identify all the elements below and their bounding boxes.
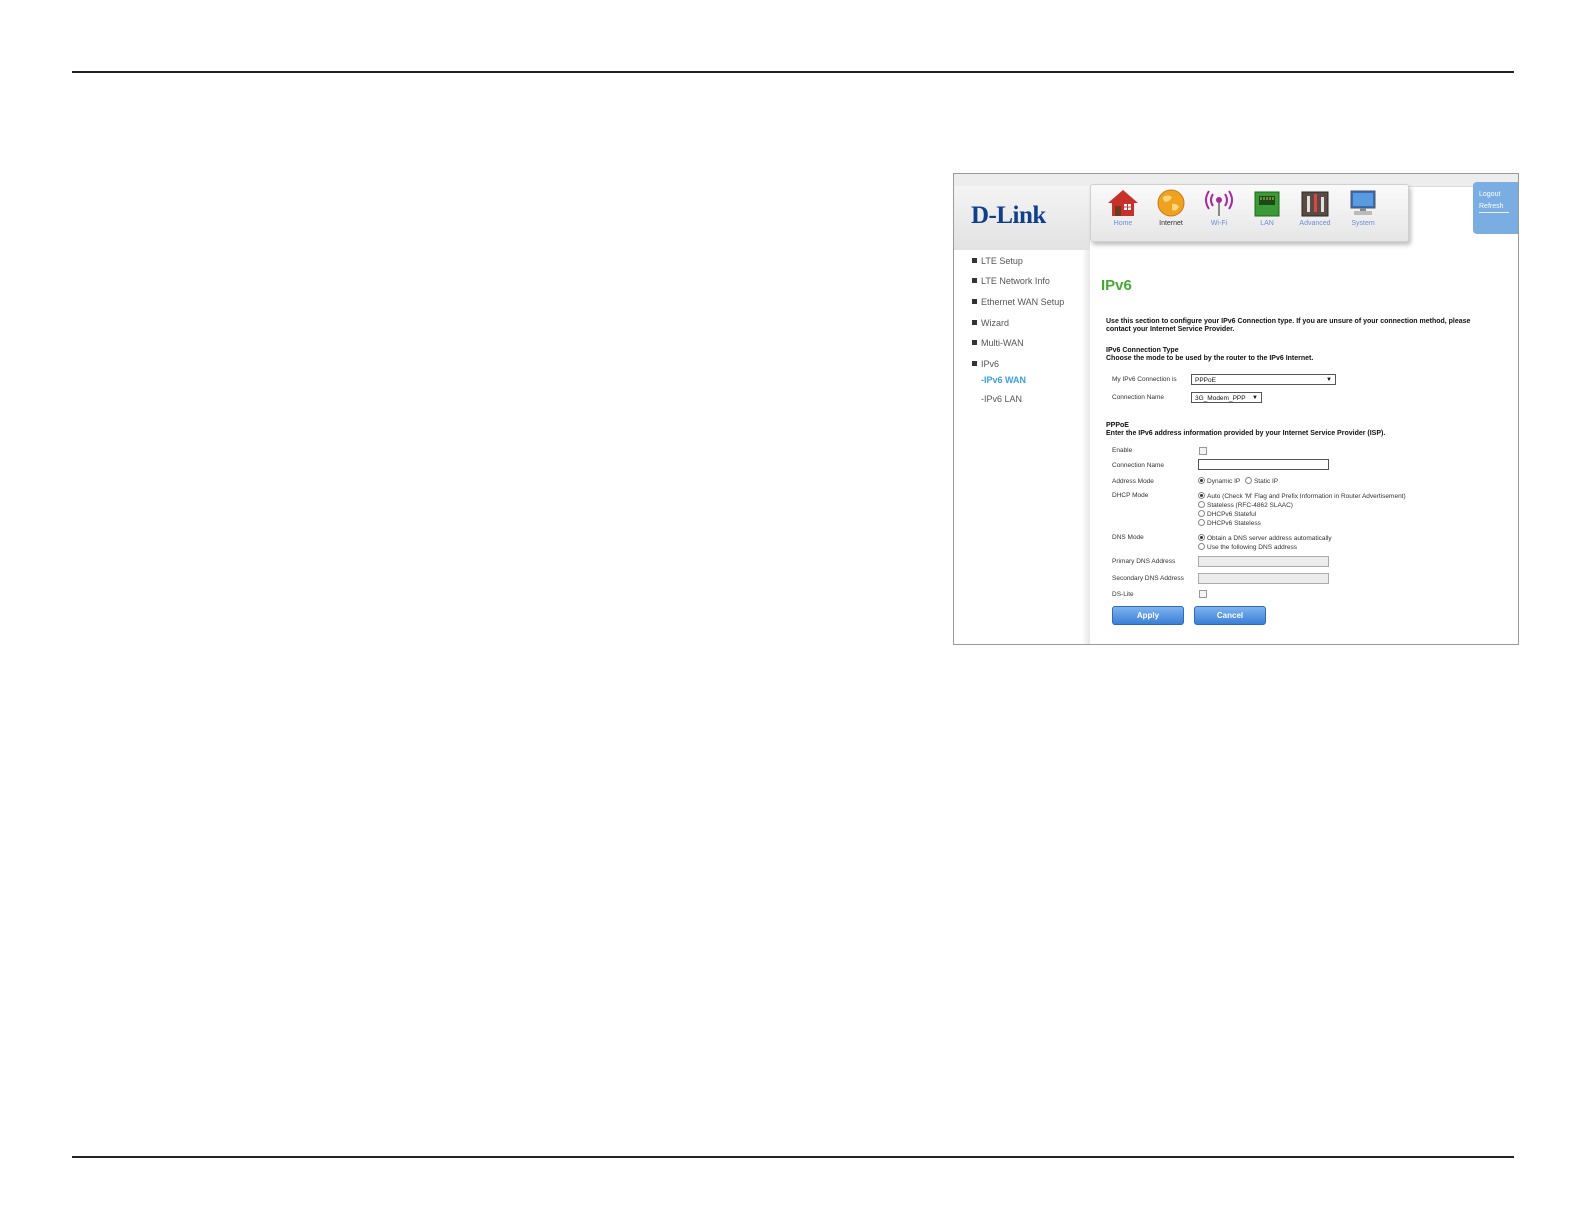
bullet-icon xyxy=(972,340,977,345)
pppoe-connection-name-label: Connection Name xyxy=(1112,462,1165,469)
nav-home[interactable]: Home xyxy=(1099,188,1147,227)
enable-label: Enable xyxy=(1112,447,1133,454)
secondary-dns-input[interactable] xyxy=(1198,573,1329,584)
bullet-icon xyxy=(972,258,977,263)
dns-auto-radio[interactable] xyxy=(1198,534,1205,541)
bullet-icon xyxy=(972,299,977,304)
account-box: Logout Refresh xyxy=(1473,182,1518,234)
static-ip-radio[interactable] xyxy=(1244,477,1252,484)
dlink-logo: D-Link xyxy=(971,202,1046,229)
main-navbar: Home Internet Wi-Fi LAN Advanced System xyxy=(1090,184,1409,242)
nav-advanced[interactable]: Advanced xyxy=(1291,188,1339,227)
pppoe-description: Enter the IPv6 address information provi… xyxy=(1106,430,1386,437)
sidebar-item-multi-wan[interactable]: Multi-WAN xyxy=(972,338,1024,348)
lan-port-icon xyxy=(1250,188,1284,218)
computer-icon xyxy=(1346,188,1380,218)
nav-internet[interactable]: Internet xyxy=(1147,188,1195,227)
sidebar-item-ethernet-wan-setup[interactable]: Ethernet WAN Setup xyxy=(972,297,1064,307)
dhcpv6-stateful-option[interactable]: DHCPv6 Stateful xyxy=(1198,510,1256,518)
secondary-dns-label: Secondary DNS Address xyxy=(1112,575,1184,582)
dhcp-stateless-radio[interactable] xyxy=(1198,501,1205,508)
dropdown-arrow-icon: ▼ xyxy=(1326,377,1332,383)
connection-type-heading: IPv6 Connection Type xyxy=(1106,347,1179,354)
dhcp-stateless-option[interactable]: Stateless (RFC-4862 SLAAC) xyxy=(1198,501,1293,509)
sidebar-item-lte-network-info[interactable]: LTE Network Info xyxy=(972,276,1050,286)
dhcpv6-stateful-radio[interactable] xyxy=(1198,510,1205,517)
home-icon xyxy=(1106,188,1140,218)
address-mode-options: Dynamic IP Static IP xyxy=(1198,477,1278,485)
apply-button[interactable]: Apply xyxy=(1112,606,1184,625)
sidebar: LTE Setup LTE Network Info Ethernet WAN … xyxy=(954,250,1090,644)
page-bottom-rule xyxy=(72,1156,1514,1158)
sidebar-sub-ipv6-lan[interactable]: -IPv6 LAN xyxy=(981,394,1022,404)
connection-name-label: Connection Name xyxy=(1112,394,1165,401)
address-mode-label: Address Mode xyxy=(1112,478,1154,485)
bullet-icon xyxy=(972,278,977,283)
globe-icon xyxy=(1154,188,1188,218)
wifi-antenna-icon xyxy=(1202,188,1236,218)
logo-area: D-Link xyxy=(954,186,1090,250)
dns-manual-radio[interactable] xyxy=(1198,543,1205,550)
dynamic-ip-radio[interactable] xyxy=(1198,477,1205,484)
dhcp-auto-radio[interactable] xyxy=(1198,492,1205,499)
dhcp-auto-option[interactable]: Auto (Check 'M' Flag and Prefix Informat… xyxy=(1198,492,1406,500)
cancel-button[interactable]: Cancel xyxy=(1194,606,1266,625)
main-content: IPv6 Use this section to configure your … xyxy=(1090,250,1518,644)
sidebar-item-ipv6[interactable]: IPv6 xyxy=(972,359,999,369)
sidebar-shade xyxy=(1082,250,1090,644)
tools-icon xyxy=(1298,188,1332,218)
nav-wifi[interactable]: Wi-Fi xyxy=(1195,188,1243,227)
nav-system[interactable]: System xyxy=(1339,188,1387,227)
bullet-icon xyxy=(972,320,977,325)
intro-line-1: Use this section to configure your IPv6 … xyxy=(1106,318,1471,325)
router-ui-screenshot: D-Link Home Internet Wi-Fi LAN Advanced … xyxy=(953,173,1519,645)
refresh-link[interactable]: Refresh xyxy=(1479,203,1509,213)
page-top-rule xyxy=(72,71,1514,73)
connection-type-description: Choose the mode to be used by the router… xyxy=(1106,355,1314,362)
dhcpv6-stateless-radio[interactable] xyxy=(1198,519,1205,526)
primary-dns-label: Primary DNS Address xyxy=(1112,558,1176,565)
pppoe-heading: PPPoE xyxy=(1106,422,1129,429)
sidebar-item-wizard[interactable]: Wizard xyxy=(972,318,1009,328)
bullet-icon xyxy=(972,361,977,366)
ds-lite-checkbox[interactable] xyxy=(1199,590,1207,598)
my-connection-label: My IPv6 Connection is xyxy=(1112,376,1177,383)
primary-dns-input[interactable] xyxy=(1198,556,1329,567)
dns-mode-label: DNS Mode xyxy=(1112,534,1144,541)
intro-line-2: contact your Internet Service Provider. xyxy=(1106,326,1235,333)
dhcpv6-stateless-option[interactable]: DHCPv6 Stateless xyxy=(1198,519,1261,527)
nav-lan[interactable]: LAN xyxy=(1243,188,1291,227)
enable-checkbox[interactable] xyxy=(1199,447,1207,455)
page-title: IPv6 xyxy=(1101,277,1132,294)
sidebar-item-lte-setup[interactable]: LTE Setup xyxy=(972,256,1023,266)
connection-type-select[interactable]: PPPoE ▼ xyxy=(1191,374,1336,385)
ds-lite-label: DS-Lite xyxy=(1112,591,1134,598)
dns-auto-option[interactable]: Obtain a DNS server address automaticall… xyxy=(1198,534,1332,542)
dhcp-mode-label: DHCP Mode xyxy=(1112,492,1149,499)
pppoe-connection-name-input[interactable] xyxy=(1198,459,1329,470)
dns-manual-option[interactable]: Use the following DNS address xyxy=(1198,543,1297,551)
dropdown-arrow-icon: ▼ xyxy=(1252,395,1258,401)
sidebar-sub-ipv6-wan[interactable]: -IPv6 WAN xyxy=(981,375,1026,385)
connection-name-select[interactable]: 3G_Modem_PPP ▼ xyxy=(1191,392,1262,403)
logout-link[interactable]: Logout xyxy=(1479,191,1518,198)
